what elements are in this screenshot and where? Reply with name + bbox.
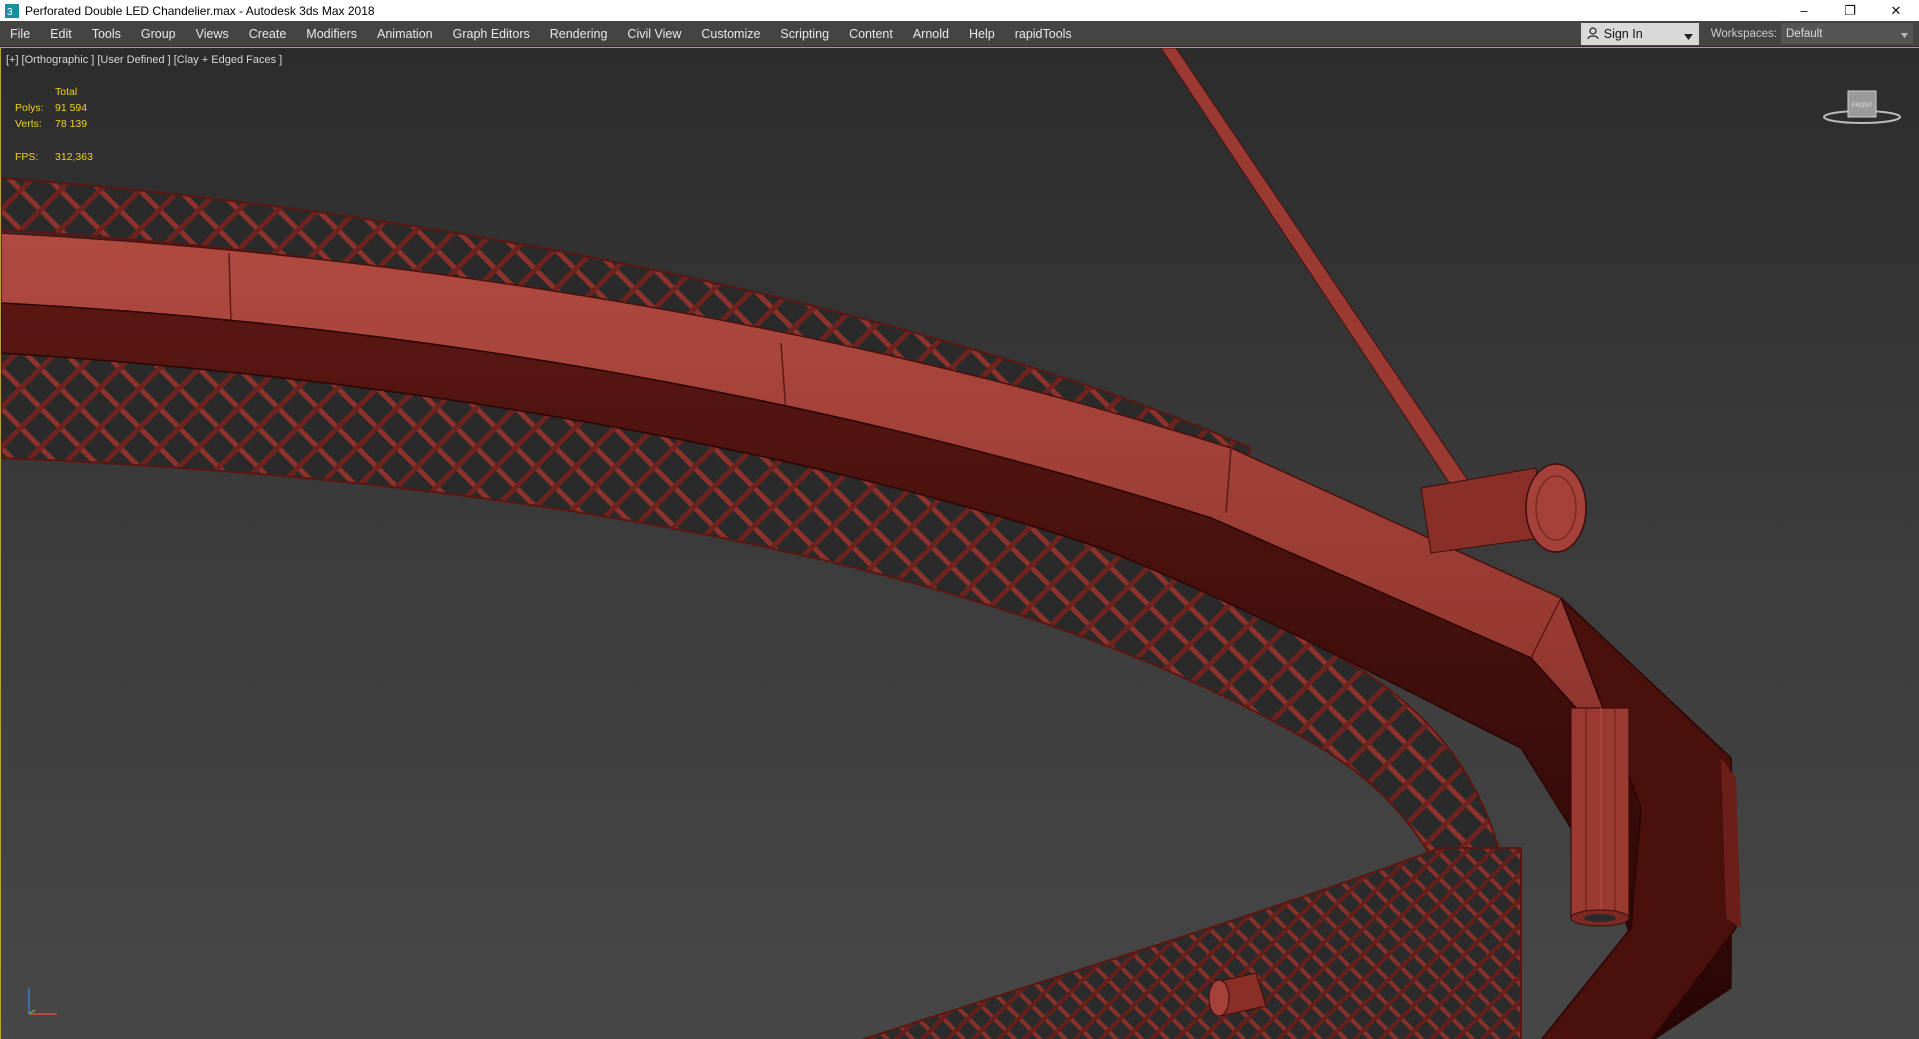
menu-tools[interactable]: Tools xyxy=(82,21,131,47)
menu-graph-editors[interactable]: Graph Editors xyxy=(443,21,540,47)
menu-views[interactable]: Views xyxy=(186,21,239,47)
menu-group[interactable]: Group xyxy=(131,21,186,47)
workspace-value: Default xyxy=(1786,27,1823,40)
stats-fps-label: FPS: xyxy=(15,151,39,163)
menu-customize[interactable]: Customize xyxy=(691,21,770,47)
menu-arnold[interactable]: Arnold xyxy=(903,21,959,47)
viewcube[interactable]: FRONT xyxy=(1821,83,1903,132)
viewport-user-defined-menu[interactable]: [User Defined ] xyxy=(97,54,170,66)
menu-animation[interactable]: Animation xyxy=(367,21,443,47)
maximize-button[interactable]: ❐ xyxy=(1827,0,1873,21)
stats-polys-value: 91 594 xyxy=(55,102,88,114)
menu-create[interactable]: Create xyxy=(239,21,297,47)
menu-file[interactable]: File xyxy=(0,21,40,47)
axis-tripod-icon xyxy=(21,980,61,1025)
chevron-down-icon xyxy=(1901,29,1908,41)
menu-civil-view[interactable]: Civil View xyxy=(617,21,691,47)
menu-modifiers[interactable]: Modifiers xyxy=(296,21,367,47)
viewcube-face-label: FRONT xyxy=(1852,103,1873,109)
menu-bar: File Edit Tools Group Views Create Modif… xyxy=(0,21,1919,47)
viewport-shading-menu[interactable]: [Clay + Edged Faces ] xyxy=(174,54,283,66)
cylinder-connector-vertical xyxy=(1570,707,1630,927)
lower-perforated-band-front xyxy=(860,847,1522,1039)
perspective-viewport[interactable]: [+] [Orthographic ] [User Defined ] [Cla… xyxy=(0,47,1919,1039)
viewport-statistics: Total Polys: 91 594 Verts: 78 139 FPS: 3… xyxy=(15,84,93,165)
workspaces-label: Workspaces: xyxy=(1710,27,1777,40)
stats-fps-value: 312,363 xyxy=(55,151,93,163)
viewport-general-menu[interactable]: [+] xyxy=(6,54,19,66)
menu-scripting[interactable]: Scripting xyxy=(770,21,839,47)
stats-verts-label: Verts: xyxy=(15,118,42,130)
window-title: Perforated Double LED Chandelier.max - A… xyxy=(25,3,375,18)
sign-in-label: Sign In xyxy=(1603,26,1643,41)
workspace-select[interactable]: Default xyxy=(1781,23,1913,44)
viewport-point-of-view-menu[interactable]: [Orthographic ] xyxy=(22,54,95,66)
stats-verts-value: 78 139 xyxy=(55,118,88,130)
3dsmax-icon: 3 xyxy=(5,3,19,18)
menu-edit[interactable]: Edit xyxy=(40,21,82,47)
svg-text:3: 3 xyxy=(7,7,13,18)
user-icon xyxy=(1587,27,1599,40)
menu-rendering[interactable]: Rendering xyxy=(540,21,618,47)
close-button[interactable]: ✕ xyxy=(1873,0,1919,21)
menu-content[interactable]: Content xyxy=(839,21,903,47)
title-bar: 3 Perforated Double LED Chandelier.max -… xyxy=(0,0,1919,21)
menu-help[interactable]: Help xyxy=(959,21,1005,47)
stats-polys-label: Polys: xyxy=(15,102,44,114)
minimize-button[interactable]: – xyxy=(1781,0,1827,21)
viewport-label-menu[interactable]: [+] [Orthographic ] [User Defined ] [Cla… xyxy=(6,54,282,66)
hanging-rod xyxy=(1160,48,1474,497)
stats-total-header: Total xyxy=(55,86,78,98)
sign-in-button[interactable]: Sign In xyxy=(1580,22,1699,45)
menu-rapidtools[interactable]: rapidTools xyxy=(1005,21,1082,47)
chevron-down-icon xyxy=(1683,29,1693,43)
chandelier-model xyxy=(1,48,1741,1039)
